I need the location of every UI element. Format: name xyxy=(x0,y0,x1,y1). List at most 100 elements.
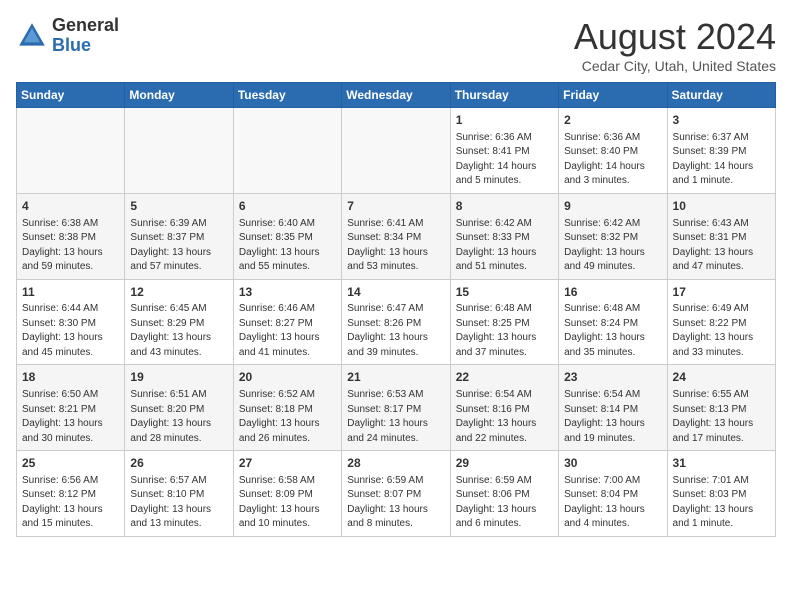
day-number: 22 xyxy=(456,369,553,386)
calendar-cell: 5Sunrise: 6:39 AM Sunset: 8:37 PM Daylig… xyxy=(125,193,233,279)
day-number: 26 xyxy=(130,455,227,472)
day-info: Sunrise: 6:55 AM Sunset: 8:13 PM Dayligh… xyxy=(673,388,770,446)
calendar-week-row: 25 Sunrise: 6:56 AM Sunset: 8:12 PM Dayli… xyxy=(17,451,776,537)
day-info: Sunrise: 6:38 AM Sunset: 8:38 PM Dayligh… xyxy=(22,217,119,275)
day-number: 19 xyxy=(130,369,227,386)
calendar-cell: 28 Sunrise: 6:59 AM Sunset: 8:07 PM Dayli… xyxy=(342,451,450,537)
calendar-cell: 11Sunrise: 6:44 AM Sunset: 8:30 PM Dayli… xyxy=(17,279,125,365)
calendar-cell: 26Sunrise: 6:57 AM Sunset: 8:10 PM Dayli… xyxy=(125,451,233,537)
day-info: Sunrise: 6:53 AM Sunset: 8:17 PM Dayligh… xyxy=(347,388,444,446)
calendar-cell: 14Sunrise: 6:47 AM Sunset: 8:26 PM Dayli… xyxy=(342,279,450,365)
calendar-cell: 27 Sunrise: 6:58 AM Sunset: 8:09 PM Dayli… xyxy=(233,451,341,537)
day-number: 10 xyxy=(673,198,770,215)
calendar-week-row: 18Sunrise: 6:50 AM Sunset: 8:21 PM Dayli… xyxy=(17,365,776,451)
day-info: Sunrise: 6:46 AM Sunset: 8:27 PM Dayligh… xyxy=(239,302,336,360)
day-info: Sunrise: 6:41 AM Sunset: 8:34 PM Dayligh… xyxy=(347,217,444,275)
day-number: 7 xyxy=(347,198,444,215)
day-number: 8 xyxy=(456,198,553,215)
calendar-cell: 16Sunrise: 6:48 AM Sunset: 8:24 PM Dayli… xyxy=(559,279,667,365)
calendar-cell: 17Sunrise: 6:49 AM Sunset: 8:22 PM Dayli… xyxy=(667,279,775,365)
day-number: 11 xyxy=(22,284,119,301)
calendar-cell: 10 Sunrise: 6:43 AM Sunset: 8:31 PM Dayli… xyxy=(667,193,775,279)
day-info: Sunrise: 6:42 AM Sunset: 8:33 PM Dayligh… xyxy=(456,217,553,275)
day-number: 16 xyxy=(564,284,661,301)
day-number: 4 xyxy=(22,198,119,215)
calendar-cell: 25 Sunrise: 6:56 AM Sunset: 8:12 PM Dayli… xyxy=(17,451,125,537)
day-number: 17 xyxy=(673,284,770,301)
day-number: 30 xyxy=(564,455,661,472)
calendar-cell: 4 Sunrise: 6:38 AM Sunset: 8:38 PM Daylig… xyxy=(17,193,125,279)
day-number: 1 xyxy=(456,112,553,129)
month-title: August 2024 xyxy=(574,16,776,58)
calendar-cell: 22 Sunrise: 6:54 AM Sunset: 8:16 PM Dayli… xyxy=(450,365,558,451)
logo-icon xyxy=(16,20,48,52)
logo-blue-text: Blue xyxy=(52,36,119,56)
day-info: Sunrise: 6:52 AM Sunset: 8:18 PM Dayligh… xyxy=(239,388,336,446)
calendar-cell: 29 Sunrise: 6:59 AM Sunset: 8:06 PM Dayli… xyxy=(450,451,558,537)
calendar-cell: 1Sunrise: 6:36 AM Sunset: 8:41 PM Daylig… xyxy=(450,108,558,194)
day-info: Sunrise: 6:48 AM Sunset: 8:24 PM Dayligh… xyxy=(564,302,661,360)
location: Cedar City, Utah, United States xyxy=(574,58,776,74)
day-info: Sunrise: 6:54 AM Sunset: 8:14 PM Dayligh… xyxy=(564,388,661,446)
calendar-cell xyxy=(233,108,341,194)
day-number: 18 xyxy=(22,369,119,386)
day-info: Sunrise: 6:54 AM Sunset: 8:16 PM Dayligh… xyxy=(456,388,553,446)
day-info: Sunrise: 6:47 AM Sunset: 8:26 PM Dayligh… xyxy=(347,302,444,360)
calendar-cell: 24Sunrise: 6:55 AM Sunset: 8:13 PM Dayli… xyxy=(667,365,775,451)
calendar-cell: 19Sunrise: 6:51 AM Sunset: 8:20 PM Dayli… xyxy=(125,365,233,451)
calendar-cell: 23 Sunrise: 6:54 AM Sunset: 8:14 PM Dayli… xyxy=(559,365,667,451)
day-info: Sunrise: 6:48 AM Sunset: 8:25 PM Dayligh… xyxy=(456,302,553,360)
logo-general-text: General xyxy=(52,16,119,36)
calendar-cell: 3 Sunrise: 6:37 AM Sunset: 8:39 PM Daylig… xyxy=(667,108,775,194)
day-number: 23 xyxy=(564,369,661,386)
day-number: 20 xyxy=(239,369,336,386)
calendar-cell: 20 Sunrise: 6:52 AM Sunset: 8:18 PM Dayli… xyxy=(233,365,341,451)
day-info: Sunrise: 6:40 AM Sunset: 8:35 PM Dayligh… xyxy=(239,217,336,275)
day-info: Sunrise: 6:43 AM Sunset: 8:31 PM Dayligh… xyxy=(673,217,770,275)
day-info: Sunrise: 7:01 AM Sunset: 8:03 PM Dayligh… xyxy=(673,474,770,532)
day-number: 12 xyxy=(130,284,227,301)
calendar-week-row: 4 Sunrise: 6:38 AM Sunset: 8:38 PM Daylig… xyxy=(17,193,776,279)
calendar-week-row: 11Sunrise: 6:44 AM Sunset: 8:30 PM Dayli… xyxy=(17,279,776,365)
calendar-cell: 13Sunrise: 6:46 AM Sunset: 8:27 PM Dayli… xyxy=(233,279,341,365)
day-info: Sunrise: 7:00 AM Sunset: 8:04 PM Dayligh… xyxy=(564,474,661,532)
calendar-cell: 2 Sunrise: 6:36 AM Sunset: 8:40 PM Daylig… xyxy=(559,108,667,194)
day-number: 28 xyxy=(347,455,444,472)
day-info: Sunrise: 6:59 AM Sunset: 8:07 PM Dayligh… xyxy=(347,474,444,532)
day-number: 3 xyxy=(673,112,770,129)
calendar-cell: 9 Sunrise: 6:42 AM Sunset: 8:32 PM Daylig… xyxy=(559,193,667,279)
calendar-cell xyxy=(342,108,450,194)
day-info: Sunrise: 6:36 AM Sunset: 8:40 PM Dayligh… xyxy=(564,131,661,189)
day-info: Sunrise: 6:49 AM Sunset: 8:22 PM Dayligh… xyxy=(673,302,770,360)
day-number: 21 xyxy=(347,369,444,386)
day-number: 27 xyxy=(239,455,336,472)
weekday-header-thursday: Thursday xyxy=(450,83,558,108)
day-info: Sunrise: 6:58 AM Sunset: 8:09 PM Dayligh… xyxy=(239,474,336,532)
calendar-header-row: SundayMondayTuesdayWednesdayThursdayFrid… xyxy=(17,83,776,108)
day-info: Sunrise: 6:59 AM Sunset: 8:06 PM Dayligh… xyxy=(456,474,553,532)
day-info: Sunrise: 6:42 AM Sunset: 8:32 PM Dayligh… xyxy=(564,217,661,275)
day-number: 13 xyxy=(239,284,336,301)
day-number: 6 xyxy=(239,198,336,215)
calendar-cell xyxy=(125,108,233,194)
calendar-week-row: 1Sunrise: 6:36 AM Sunset: 8:41 PM Daylig… xyxy=(17,108,776,194)
logo-text: General Blue xyxy=(52,16,119,56)
calendar-cell: 7 Sunrise: 6:41 AM Sunset: 8:34 PM Daylig… xyxy=(342,193,450,279)
calendar-cell xyxy=(17,108,125,194)
title-block: August 2024 Cedar City, Utah, United Sta… xyxy=(574,16,776,74)
day-info: Sunrise: 6:37 AM Sunset: 8:39 PM Dayligh… xyxy=(673,131,770,189)
day-number: 25 xyxy=(22,455,119,472)
calendar-cell: 6 Sunrise: 6:40 AM Sunset: 8:35 PM Daylig… xyxy=(233,193,341,279)
weekday-header-sunday: Sunday xyxy=(17,83,125,108)
day-number: 9 xyxy=(564,198,661,215)
day-number: 29 xyxy=(456,455,553,472)
weekday-header-friday: Friday xyxy=(559,83,667,108)
day-info: Sunrise: 6:56 AM Sunset: 8:12 PM Dayligh… xyxy=(22,474,119,532)
calendar-cell: 15Sunrise: 6:48 AM Sunset: 8:25 PM Dayli… xyxy=(450,279,558,365)
logo: General Blue xyxy=(16,16,119,56)
day-number: 14 xyxy=(347,284,444,301)
day-info: Sunrise: 6:45 AM Sunset: 8:29 PM Dayligh… xyxy=(130,302,227,360)
calendar-cell: 8 Sunrise: 6:42 AM Sunset: 8:33 PM Daylig… xyxy=(450,193,558,279)
day-number: 2 xyxy=(564,112,661,129)
calendar-table: SundayMondayTuesdayWednesdayThursdayFrid… xyxy=(16,82,776,537)
